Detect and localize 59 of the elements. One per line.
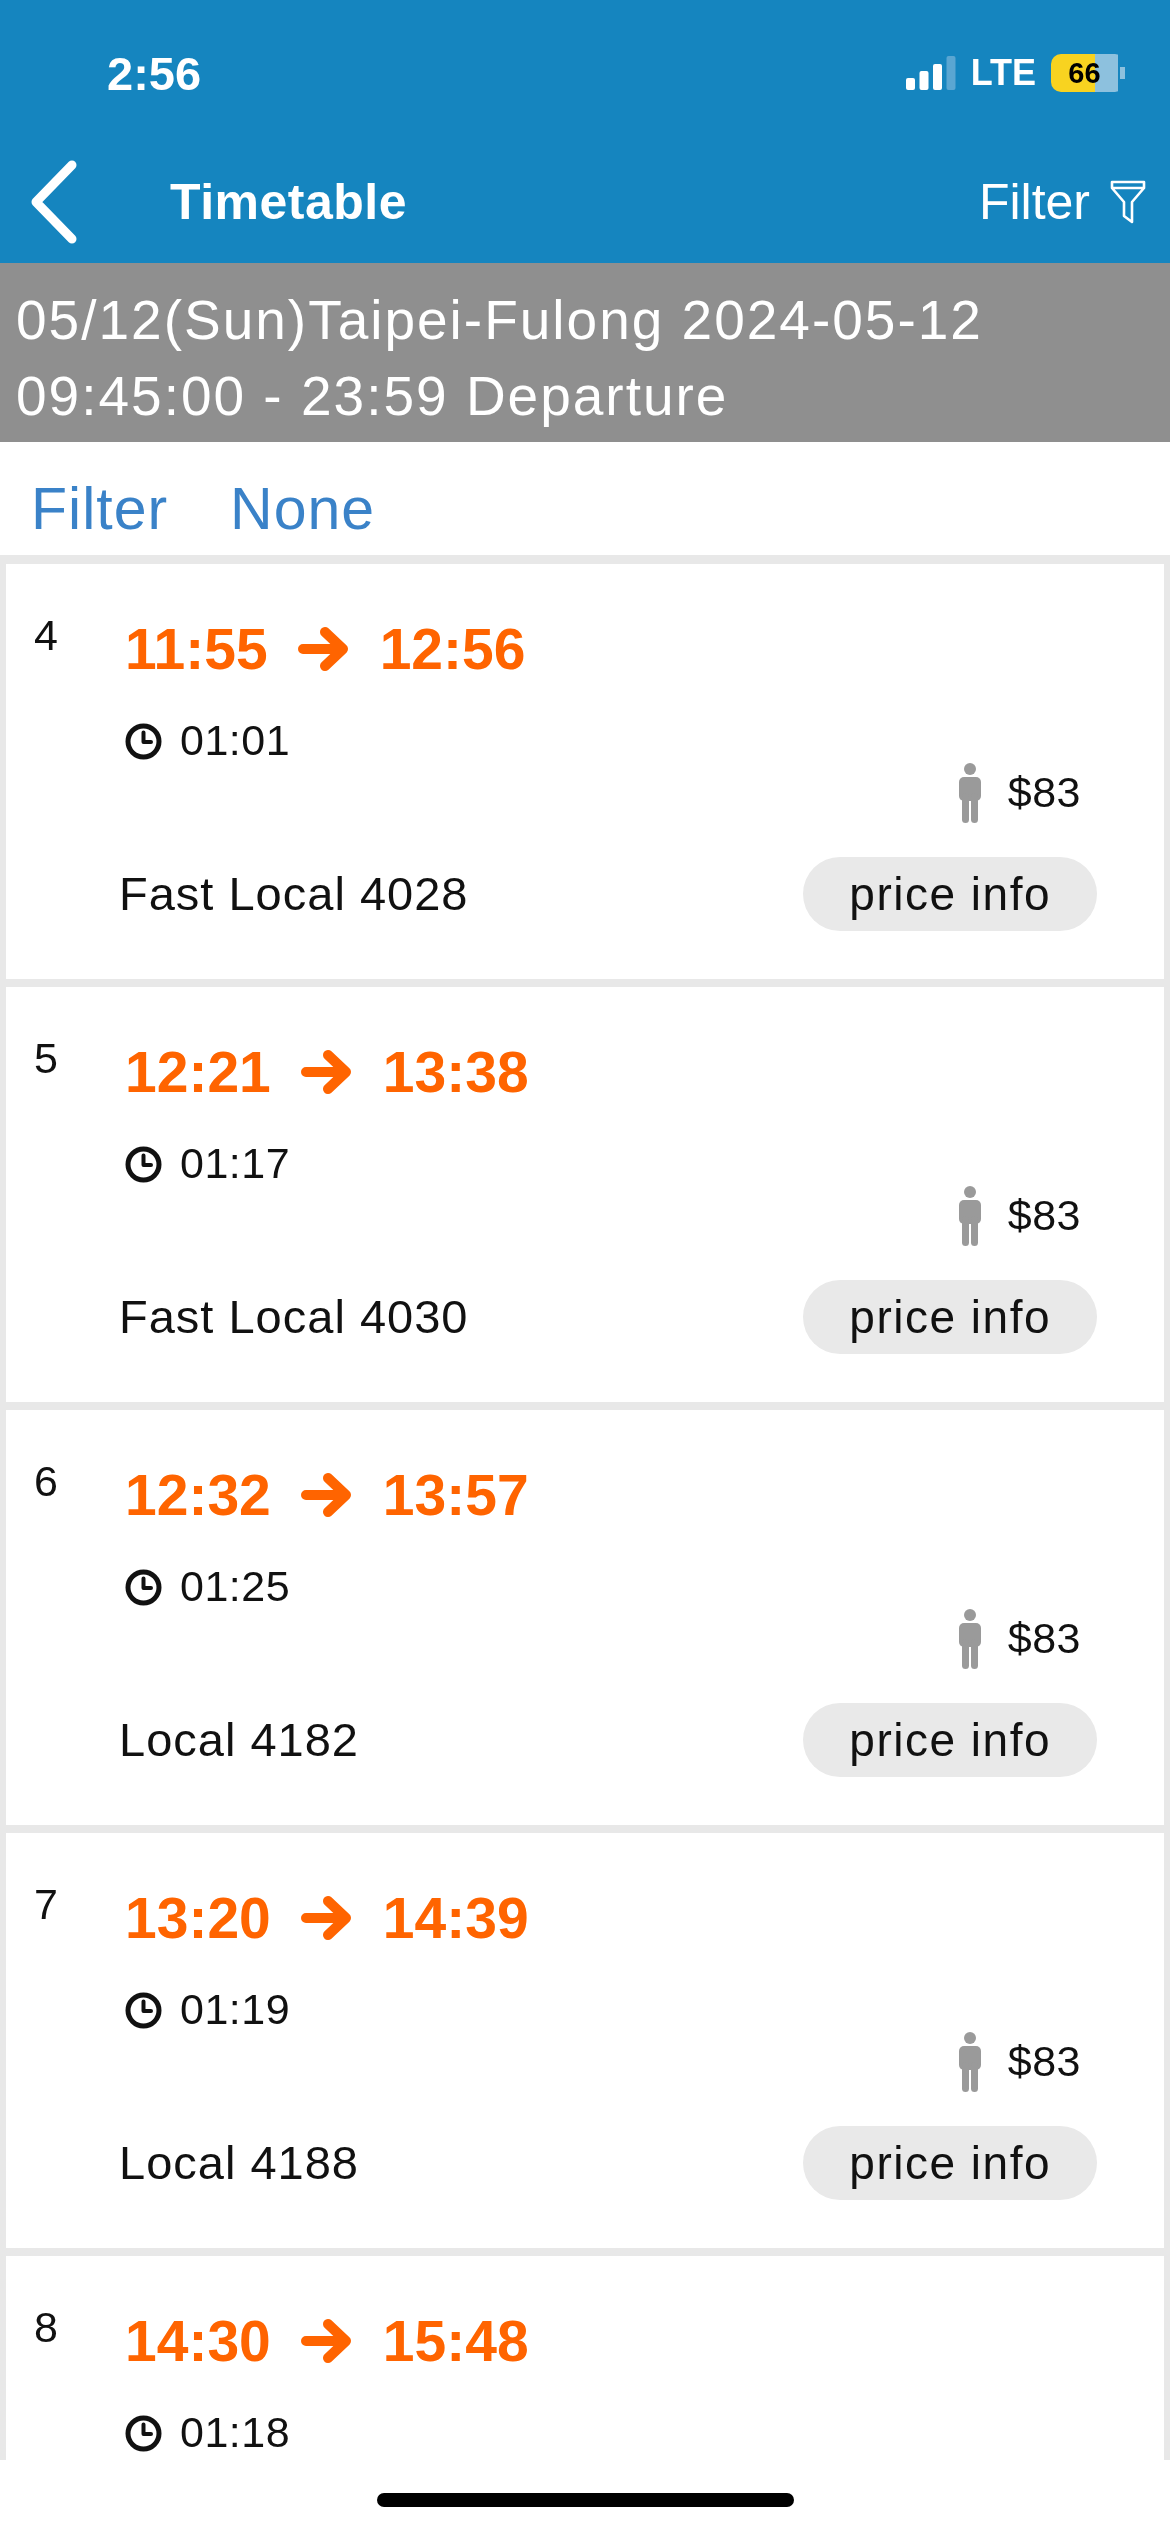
departure-time: 13:20 <box>125 1884 271 1952</box>
fare-text: $83 <box>1007 1615 1081 1663</box>
arrow-right-icon <box>300 1473 353 1517</box>
arrival-time: 13:38 <box>382 1038 529 1106</box>
duration-text: 01:17 <box>180 1140 291 1188</box>
back-button[interactable] <box>30 159 78 244</box>
network-label: LTE <box>970 55 1036 91</box>
duration-text: 01:25 <box>180 1563 291 1611</box>
fare-text: $83 <box>1007 769 1081 817</box>
train-card[interactable]: 6 12:32 13:57 01:25 $83 Local 4182 price info <box>6 1410 1164 1825</box>
train-card[interactable]: 8 14:30 15:48 01:18 <box>6 2256 1164 2460</box>
filter-button[interactable]: Filter <box>978 171 1146 232</box>
departure-time: 12:21 <box>125 1038 271 1106</box>
train-card[interactable]: 7 13:20 14:39 01:19 $83 Local 4188 price info <box>6 1833 1164 2248</box>
arrow-right-icon <box>300 1050 353 1094</box>
card-index: 7 <box>34 1883 59 1926</box>
train-name: Local 4188 <box>119 2135 359 2190</box>
arrival-time: 15:48 <box>382 2307 529 2375</box>
status-time: 2:56 <box>107 49 202 97</box>
card-index: 6 <box>34 1460 59 1503</box>
signal-icon <box>905 56 956 90</box>
fare-text: $83 <box>1007 1192 1081 1240</box>
arrival-time: 12:56 <box>379 615 526 683</box>
clock-icon <box>125 1568 162 1606</box>
train-name: Fast Local 4028 <box>119 866 469 921</box>
train-card[interactable]: 4 11:55 12:56 01:01 $83 Fast Local 4028 price info <box>6 564 1164 979</box>
arrival-time: 13:57 <box>382 1461 529 1529</box>
funnel-icon <box>1110 179 1146 224</box>
screen-title: Timetable <box>170 172 408 232</box>
card-index: 4 <box>34 614 59 657</box>
banner-text: 05/12(Sun)Taipei-Fulong 2024-05-12 <box>16 288 984 353</box>
filter-label[interactable]: Filter <box>31 474 169 545</box>
price-info-button[interactable]: price info <box>803 857 1097 931</box>
clock-icon <box>125 2414 162 2452</box>
departure-time: 14:30 <box>125 2307 271 2375</box>
price-info-button[interactable]: price info <box>803 2126 1097 2200</box>
train-name: Fast Local 4030 <box>119 1289 469 1344</box>
train-card[interactable]: 5 12:21 13:38 01:17 $83 Fast Local 4030 price info <box>6 987 1164 1402</box>
price-info-button[interactable]: price info <box>803 1280 1097 1354</box>
train-name: Local 4182 <box>119 1712 359 1767</box>
departure-time: 11:55 <box>125 615 268 683</box>
card-index: 5 <box>34 1037 59 1080</box>
duration-text: 01:18 <box>180 2409 291 2457</box>
arrival-time: 14:39 <box>382 1884 529 1952</box>
price-info-button[interactable]: price info <box>803 1703 1097 1777</box>
banner-text: 09:45:00 - 23:59 Departure <box>16 364 730 429</box>
arrow-right-icon <box>297 627 350 671</box>
back-chevron-icon <box>30 159 78 244</box>
filter-value[interactable]: None <box>230 474 376 545</box>
fare-text: $83 <box>1007 2038 1081 2086</box>
clock-icon <box>125 1991 162 2029</box>
arrow-right-icon <box>300 1896 353 1940</box>
departure-time: 12:32 <box>125 1461 271 1529</box>
duration-text: 01:01 <box>180 717 291 765</box>
duration-text: 01:19 <box>180 1986 291 2034</box>
arrow-right-icon <box>300 2319 353 2363</box>
card-index: 8 <box>34 2306 59 2349</box>
clock-icon <box>125 722 162 760</box>
clock-icon <box>125 1145 162 1183</box>
